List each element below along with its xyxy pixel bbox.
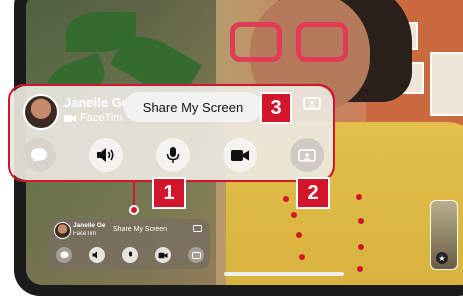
caller-name-small: Janelle Ge — [73, 222, 106, 229]
caller-avatar-small — [54, 222, 71, 239]
speaker-icon — [92, 251, 97, 259]
dotted-marker — [291, 212, 297, 218]
leader-line — [133, 180, 135, 208]
glasses-left — [230, 22, 282, 62]
dotted-marker — [299, 254, 305, 260]
callout-1: 1 — [152, 177, 186, 209]
glasses-right — [296, 22, 348, 62]
share-my-screen-label-small: Share My Screen — [113, 225, 168, 233]
wall-poster — [430, 52, 463, 116]
home-indicator[interactable] — [224, 272, 344, 276]
chat-button-small[interactable] — [56, 247, 72, 263]
leader-dot — [129, 205, 139, 215]
screen-share-icon[interactable] — [193, 225, 202, 232]
dotted-marker — [357, 266, 363, 272]
dotted-marker — [296, 232, 302, 238]
screen-share-icon — [191, 251, 201, 259]
star-icon[interactable]: ★ — [436, 252, 448, 264]
camera-button-small[interactable] — [155, 247, 171, 263]
dotted-marker — [358, 244, 364, 250]
dotted-marker — [356, 194, 362, 200]
dotted-marker — [283, 196, 289, 202]
share-my-screen-button-small[interactable]: Share My Screen — [108, 222, 193, 236]
callout-2: 2 — [296, 177, 330, 209]
microphone-button-small[interactable] — [122, 247, 138, 263]
share-screen-control-button-small[interactable] — [188, 247, 204, 263]
call-type-small: FaceTim — [73, 231, 97, 237]
microphone-icon — [128, 251, 132, 256]
dotted-marker — [358, 218, 364, 224]
speaker-button-small[interactable] — [89, 247, 105, 263]
video-camera-icon — [158, 252, 168, 258]
chat-bubble-icon — [60, 251, 68, 259]
callout-3: 3 — [260, 92, 292, 124]
call-controls-small — [56, 247, 204, 263]
